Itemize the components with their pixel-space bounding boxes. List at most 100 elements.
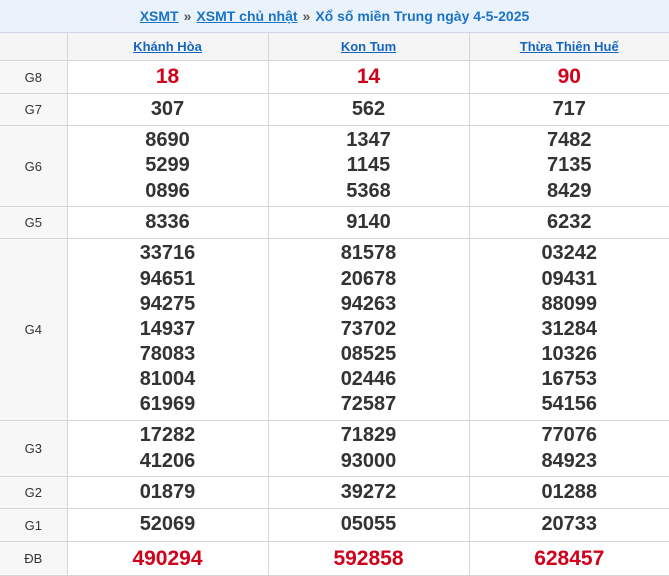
breadcrumb-separator: » bbox=[303, 8, 311, 24]
prize-cell: 90 bbox=[469, 61, 669, 94]
prize-cell: 717 bbox=[469, 94, 669, 126]
prize-number: 01288 bbox=[470, 480, 669, 505]
prize-cell: 81578206789426373702085250244672587 bbox=[268, 239, 469, 421]
prize-cell: 05055 bbox=[268, 509, 469, 542]
prize-row-g2: G2018793927201288 bbox=[0, 477, 669, 509]
province-link-khanh-hoa[interactable]: Khánh Hòa bbox=[133, 39, 202, 54]
prize-number: 01879 bbox=[68, 480, 268, 505]
prize-number: 592858 bbox=[269, 546, 469, 571]
prize-cell: 52069 bbox=[67, 509, 268, 542]
province-link-kon-tum[interactable]: Kon Tum bbox=[341, 39, 396, 54]
prize-number: 02446 bbox=[269, 367, 469, 392]
prize-number: 490294 bbox=[68, 546, 268, 571]
prize-number: 77076 bbox=[470, 423, 669, 448]
results-table: Khánh Hòa Kon Tum Thừa Thiên Huế G818149… bbox=[0, 33, 669, 576]
page-title: Xổ số miền Trung ngày 4-5-2025 bbox=[315, 8, 529, 24]
province-header: Kon Tum bbox=[268, 33, 469, 61]
prize-cell: 18 bbox=[67, 61, 268, 94]
province-link-thua-thien-hue[interactable]: Thừa Thiên Huế bbox=[520, 39, 619, 54]
prize-number: 14 bbox=[269, 64, 469, 89]
prize-label: ĐB bbox=[0, 542, 67, 576]
prize-number: 81004 bbox=[68, 367, 268, 392]
prize-number: 41206 bbox=[68, 449, 268, 474]
prize-number: 1347 bbox=[269, 128, 469, 153]
prize-label: G6 bbox=[0, 126, 67, 207]
prize-cell: 562 bbox=[268, 94, 469, 126]
prize-number: 562 bbox=[269, 97, 469, 122]
prize-cell: 628457 bbox=[469, 542, 669, 576]
prize-number: 61969 bbox=[68, 392, 268, 417]
prize-cell: 8336 bbox=[67, 207, 268, 239]
prize-number: 71829 bbox=[269, 423, 469, 448]
table-header-row: Khánh Hòa Kon Tum Thừa Thiên Huế bbox=[0, 33, 669, 61]
prize-cell: 7707684923 bbox=[469, 421, 669, 477]
prize-row-g6: G6869052990896134711455368748271358429 bbox=[0, 126, 669, 207]
prize-cell: 01879 bbox=[67, 477, 268, 509]
prize-number: 52069 bbox=[68, 512, 268, 537]
prize-number: 0896 bbox=[68, 179, 268, 204]
prize-cell: 1728241206 bbox=[67, 421, 268, 477]
prize-number: 20733 bbox=[470, 512, 669, 537]
prize-cell: 20733 bbox=[469, 509, 669, 542]
prize-row-g3: G3172824120671829930007707684923 bbox=[0, 421, 669, 477]
prize-label: G2 bbox=[0, 477, 67, 509]
prize-cell: 134711455368 bbox=[268, 126, 469, 207]
prize-number: 05055 bbox=[269, 512, 469, 537]
prize-cell: 592858 bbox=[268, 542, 469, 576]
prize-cell: 490294 bbox=[67, 542, 268, 576]
prize-number: 8336 bbox=[68, 210, 268, 235]
prize-cell: 03242094318809931284103261675354156 bbox=[469, 239, 669, 421]
prize-label: G3 bbox=[0, 421, 67, 477]
prize-row-db: ĐB490294592858628457 bbox=[0, 542, 669, 576]
prize-label: G1 bbox=[0, 509, 67, 542]
prize-number: 94651 bbox=[68, 267, 268, 292]
prize-number: 8690 bbox=[68, 128, 268, 153]
prize-number: 7135 bbox=[470, 153, 669, 178]
prize-number: 94263 bbox=[269, 292, 469, 317]
prize-cell: 9140 bbox=[268, 207, 469, 239]
prize-number: 54156 bbox=[470, 392, 669, 417]
prize-cell: 307 bbox=[67, 94, 268, 126]
prize-number: 72587 bbox=[269, 392, 469, 417]
prize-number: 03242 bbox=[470, 241, 669, 266]
header-corner bbox=[0, 33, 67, 61]
breadcrumb-day-link[interactable]: XSMT chủ nhật bbox=[196, 8, 297, 24]
prize-rows: G8181490G7307562717G68690529908961347114… bbox=[0, 61, 669, 576]
prize-label: G5 bbox=[0, 207, 67, 239]
prize-row-g5: G5833691406232 bbox=[0, 207, 669, 239]
prize-row-g1: G1520690505520733 bbox=[0, 509, 669, 542]
prize-row-g8: G8181490 bbox=[0, 61, 669, 94]
prize-number: 33716 bbox=[68, 241, 268, 266]
prize-number: 88099 bbox=[470, 292, 669, 317]
prize-number: 5368 bbox=[269, 179, 469, 204]
prize-number: 5299 bbox=[68, 153, 268, 178]
prize-number: 16753 bbox=[470, 367, 669, 392]
prize-number: 307 bbox=[68, 97, 268, 122]
prize-number: 90 bbox=[470, 64, 669, 89]
prize-number: 14937 bbox=[68, 317, 268, 342]
breadcrumb: XSMT » XSMT chủ nhật » Xổ số miền Trung … bbox=[0, 0, 669, 33]
prize-number: 31284 bbox=[470, 317, 669, 342]
prize-number: 10326 bbox=[470, 342, 669, 367]
prize-cell: 748271358429 bbox=[469, 126, 669, 207]
prize-number: 20678 bbox=[269, 267, 469, 292]
prize-cell: 6232 bbox=[469, 207, 669, 239]
prize-number: 717 bbox=[470, 97, 669, 122]
prize-number: 78083 bbox=[68, 342, 268, 367]
prize-row-g7: G7307562717 bbox=[0, 94, 669, 126]
prize-number: 9140 bbox=[269, 210, 469, 235]
province-header: Khánh Hòa bbox=[67, 33, 268, 61]
prize-number: 1145 bbox=[269, 153, 469, 178]
prize-number: 17282 bbox=[68, 423, 268, 448]
prize-number: 93000 bbox=[269, 449, 469, 474]
province-header: Thừa Thiên Huế bbox=[469, 33, 669, 61]
prize-cell: 14 bbox=[268, 61, 469, 94]
prize-number: 8429 bbox=[470, 179, 669, 204]
prize-number: 39272 bbox=[269, 480, 469, 505]
breadcrumb-home-link[interactable]: XSMT bbox=[140, 8, 179, 24]
prize-number: 73702 bbox=[269, 317, 469, 342]
prize-number: 94275 bbox=[68, 292, 268, 317]
prize-row-g4: G433716946519427514937780838100461969815… bbox=[0, 239, 669, 421]
prize-number: 7482 bbox=[470, 128, 669, 153]
breadcrumb-separator: » bbox=[184, 8, 192, 24]
